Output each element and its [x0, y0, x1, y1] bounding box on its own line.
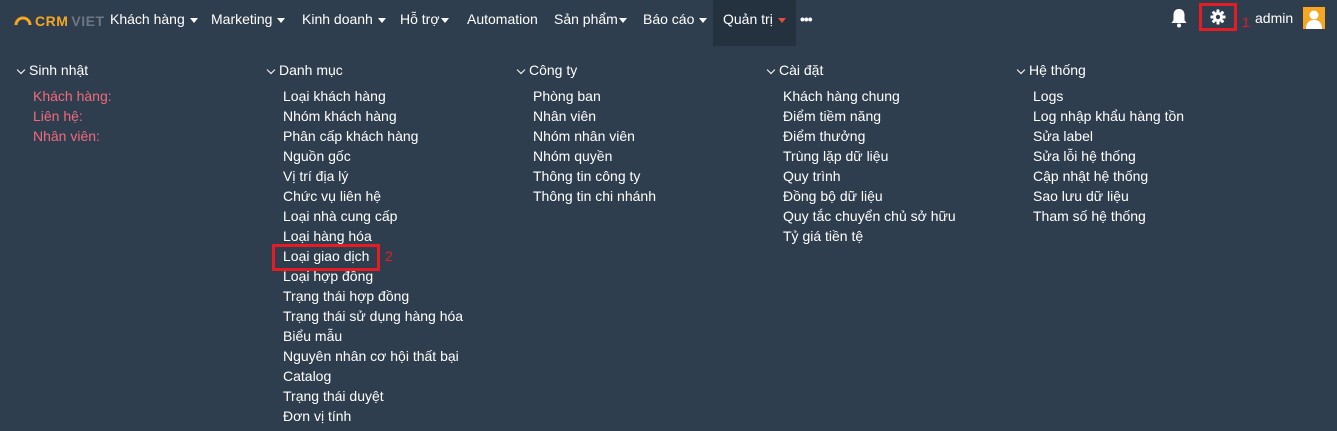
menu-item[interactable]: Tỷ giá tiền tệ [783, 226, 956, 246]
nav-ho-tro[interactable]: Hỗ trợ [400, 0, 449, 46]
settings-button[interactable] [1199, 3, 1237, 31]
heading-label: Công ty [529, 62, 578, 78]
avatar-icon[interactable] [1303, 7, 1325, 29]
user-name[interactable]: admin [1255, 0, 1293, 36]
more-menu-button[interactable]: ••• [800, 0, 813, 38]
caret-down-icon [377, 17, 386, 23]
nav-automation[interactable]: Automation [467, 0, 538, 46]
menu-item[interactable]: Phòng ban [533, 86, 656, 106]
menu-item[interactable]: Loại nhà cung cấp [283, 206, 463, 226]
menu-item[interactable]: Thông tin công ty [533, 166, 656, 186]
menu-item[interactable]: Sửa lỗi hệ thống [1033, 146, 1184, 166]
caret-down-icon [440, 17, 449, 23]
menu-item[interactable]: Nhân viên [533, 106, 656, 126]
menu-item[interactable]: Nguồn gốc [283, 146, 463, 166]
nav-quan-tri[interactable]: Quản trị [713, 0, 796, 46]
nav-kinh-doanh[interactable]: Kinh doanh [302, 0, 386, 46]
menu-item[interactable]: Đồng bộ dữ liệu [783, 186, 956, 206]
menu-item[interactable]: Nhóm khách hàng [283, 106, 463, 126]
menu-column-sinh-nhat: Sinh nhật Khách hàng: Liên hệ: Nhân viên… [16, 60, 112, 146]
menu-item[interactable]: Quy tắc chuyển chủ sở hữu [783, 206, 956, 226]
menu-item[interactable]: Nhóm quyền [533, 146, 656, 166]
menu-item[interactable]: Thông tin chi nhánh [533, 186, 656, 206]
menu-column-cong-ty: Công ty Phòng ban Nhân viên Nhóm nhân vi… [516, 60, 656, 206]
menu-item[interactable]: Trạng thái duyệt [283, 386, 463, 406]
menu-item[interactable]: Catalog [283, 366, 463, 386]
menu-item[interactable]: Trạng thái sử dụng hàng hóa [283, 306, 463, 326]
menu-item[interactable]: Nhóm nhân viên [533, 126, 656, 146]
caret-down-icon [777, 17, 786, 23]
annotation-marker-1: 1 [1242, 14, 1250, 30]
chevron-down-icon [1016, 65, 1026, 75]
logo-icon [14, 16, 32, 26]
chevron-down-icon [766, 65, 776, 75]
menu-column-he-thong: Hệ thống Logs Log nhập khẩu hàng tồn Sửa… [1016, 60, 1184, 226]
nav-label: Khách hàng [110, 11, 185, 27]
nav-label: Sản phẩm [554, 11, 618, 27]
menu-item[interactable]: Điểm thưởng [783, 126, 956, 146]
menu-item[interactable]: Trùng lặp dữ liệu [783, 146, 956, 166]
menu-item[interactable]: Nhân viên: [33, 126, 112, 146]
column-heading[interactable]: Hệ thống [1016, 60, 1184, 80]
menu-item[interactable]: Cập nhật hệ thống [1033, 166, 1184, 186]
heading-label: Sinh nhật [29, 62, 89, 78]
menu-item[interactable]: Logs [1033, 86, 1184, 106]
caret-down-icon [277, 17, 286, 23]
menu-item[interactable]: Phân cấp khách hàng [283, 126, 463, 146]
menu-item[interactable]: Đơn vị tính [283, 406, 463, 426]
menu-item[interactable]: Loại khách hàng [283, 86, 463, 106]
nav-label: Hỗ trợ [400, 11, 440, 27]
column-heading[interactable]: Sinh nhật [16, 60, 112, 80]
nav-san-pham[interactable]: Sản phẩm [554, 0, 627, 46]
heading-label: Hệ thống [1029, 62, 1086, 78]
menu-item[interactable]: Điểm tiềm năng [783, 106, 956, 126]
menu-item[interactable]: Log nhập khẩu hàng tồn [1033, 106, 1184, 126]
nav-label: Báo cáo [643, 11, 695, 27]
menu-item[interactable]: Vị trí địa lý [283, 166, 463, 186]
menu-item[interactable]: Quy trình [783, 166, 956, 186]
top-navbar: CRM VIET Khách hàng Marketing Kinh doanh … [0, 0, 1337, 46]
column-heading[interactable]: Công ty [516, 60, 656, 80]
menu-item[interactable]: Khách hàng chung [783, 86, 956, 106]
heading-label: Cài đặt [779, 62, 824, 78]
menu-item[interactable]: Trạng thái hợp đồng [283, 286, 463, 306]
menu-column-danh-muc: Danh mục Loại khách hàng Nhóm khách hàng… [266, 60, 463, 426]
menu-item[interactable]: Nguyên nhân cơ hội thất bại [283, 346, 463, 366]
nav-bao-cao[interactable]: Báo cáo [643, 0, 708, 46]
menu-item[interactable]: Biểu mẫu [283, 326, 463, 346]
nav-label: Kinh doanh [302, 11, 373, 27]
column-heading[interactable]: Danh mục [266, 60, 463, 80]
chevron-down-icon [516, 65, 526, 75]
chevron-down-icon [16, 65, 26, 75]
heading-label: Danh mục [279, 62, 343, 78]
caret-down-icon [189, 17, 198, 23]
gear-icon [1210, 9, 1226, 25]
highlight-box [272, 244, 380, 271]
menu-item[interactable]: Khách hàng: [33, 86, 112, 106]
menu-item[interactable]: Liên hệ: [33, 106, 112, 126]
brand-text-viet: VIET [71, 13, 105, 29]
brand-text-crm: CRM [35, 13, 69, 29]
caret-down-icon [699, 17, 708, 23]
nav-label: Marketing [211, 11, 273, 27]
annotation-marker-2: 2 [385, 248, 393, 264]
menu-item[interactable]: Loại hàng hóa [283, 226, 463, 246]
menu-item[interactable]: Sửa label [1033, 126, 1184, 146]
menu-item[interactable]: Chức vụ liên hệ [283, 186, 463, 206]
bell-icon[interactable] [1170, 8, 1188, 28]
menu-item[interactable]: Tham số hệ thống [1033, 206, 1184, 226]
menu-column-cai-dat: Cài đặt Khách hàng chung Điểm tiềm năng … [766, 60, 956, 246]
chevron-down-icon [266, 65, 276, 75]
column-heading[interactable]: Cài đặt [766, 60, 956, 80]
brand-logo[interactable]: CRM VIET [14, 10, 105, 32]
nav-label: Automation [467, 11, 538, 27]
nav-label: Quản trị [723, 11, 773, 27]
menu-item[interactable]: Sao lưu dữ liệu [1033, 186, 1184, 206]
nav-marketing[interactable]: Marketing [211, 0, 286, 46]
caret-down-icon [618, 17, 627, 23]
nav-khach-hang[interactable]: Khách hàng [110, 0, 198, 46]
